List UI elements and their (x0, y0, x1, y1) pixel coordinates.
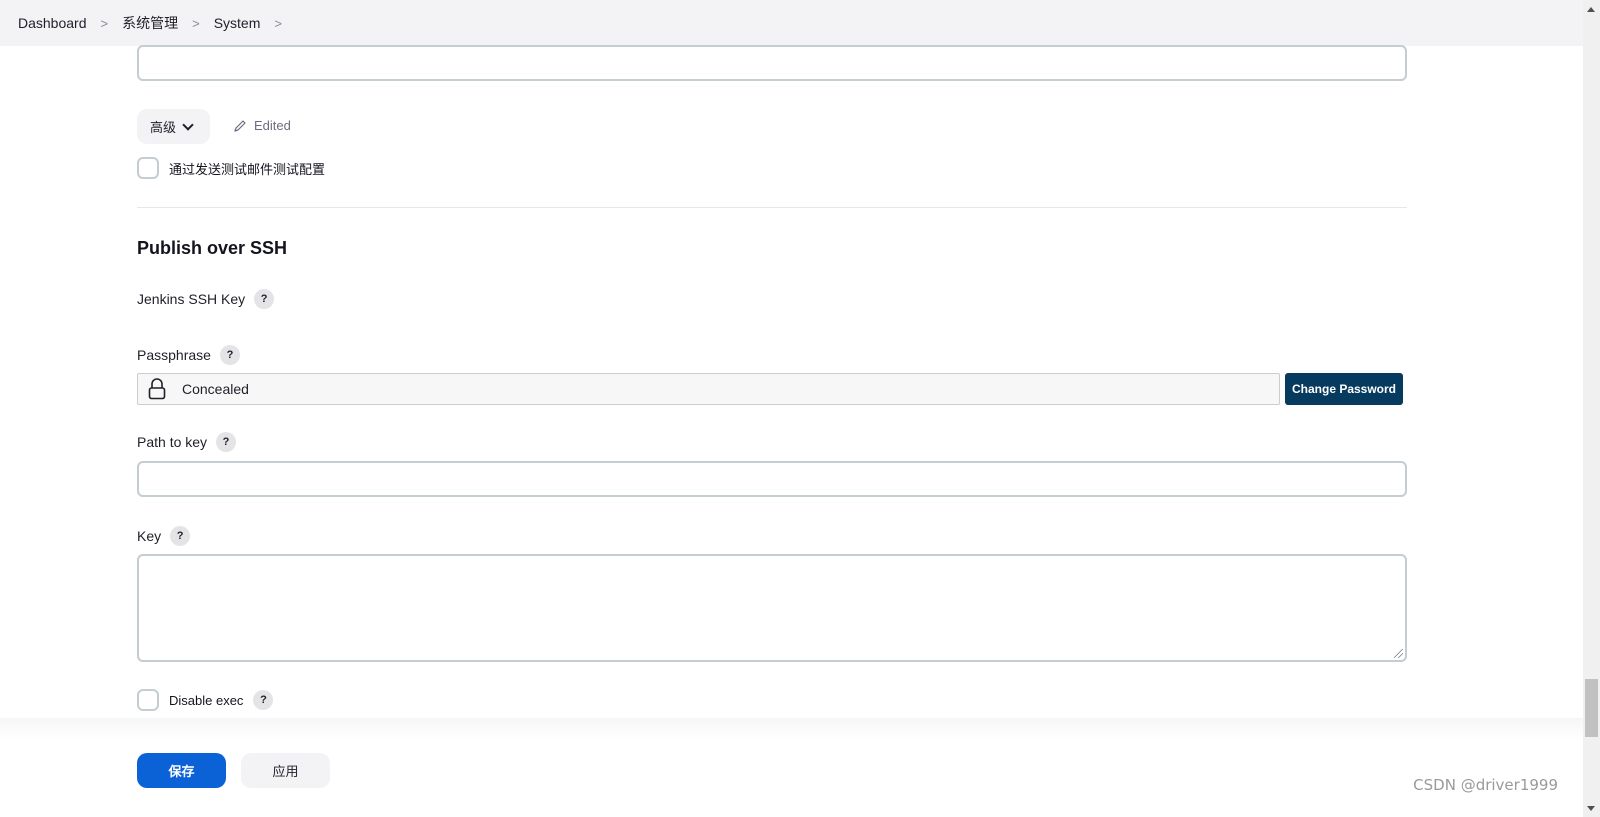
jenkins-ssh-key-label-row: Jenkins SSH Key ? (137, 289, 275, 309)
lock-icon (148, 378, 166, 400)
key-label-row: Key ? (137, 526, 191, 546)
scroll-up-arrow-icon[interactable] (1587, 7, 1595, 12)
breadcrumb-separator-icon[interactable]: > (101, 16, 109, 31)
scroll-down-arrow-icon[interactable] (1587, 806, 1595, 811)
test-config-row: 通过发送测试邮件测试配置 (137, 157, 325, 179)
test-config-checkbox[interactable] (137, 157, 159, 179)
breadcrumb-system-management[interactable]: 系统管理 (122, 13, 178, 33)
email-text-input[interactable] (137, 45, 1407, 81)
pencil-icon (234, 119, 246, 132)
section-title: Publish over SSH (137, 238, 288, 258)
vertical-scrollbar[interactable] (1583, 0, 1600, 817)
help-icon[interactable]: ? (170, 526, 191, 546)
bottom-action-bar (0, 718, 1583, 817)
section-divider (137, 207, 1407, 208)
help-icon[interactable]: ? (253, 690, 274, 710)
advanced-button[interactable]: 高级 (137, 109, 210, 144)
chevron-down-icon (182, 118, 194, 131)
breadcrumb-dashboard[interactable]: Dashboard (18, 15, 87, 31)
disable-exec-row: Disable exec ? (137, 689, 274, 711)
edited-label: Edited (254, 118, 291, 133)
change-password-button[interactable]: Change Password (1285, 373, 1403, 405)
breadcrumb-separator-icon[interactable]: > (274, 16, 282, 31)
passphrase-label: Passphrase (137, 347, 211, 363)
passphrase-value: Concealed (182, 381, 249, 397)
passphrase-field: Concealed (137, 373, 1280, 405)
help-icon[interactable]: ? (254, 289, 275, 309)
breadcrumb: Dashboard > 系统管理 > System > (0, 0, 1583, 46)
jenkins-ssh-key-label: Jenkins SSH Key (137, 291, 246, 307)
disable-exec-label[interactable]: Disable exec (169, 693, 243, 708)
advanced-label: 高级 (150, 120, 177, 135)
breadcrumb-separator-icon[interactable]: > (192, 16, 200, 31)
resize-handle-icon[interactable] (1394, 649, 1403, 658)
watermark: CSDN @driver1999 (1413, 776, 1558, 794)
help-icon[interactable]: ? (216, 432, 237, 452)
key-label: Key (137, 528, 162, 544)
breadcrumb-system[interactable]: System (214, 15, 261, 31)
save-button[interactable]: 保存 (137, 753, 226, 788)
passphrase-label-row: Passphrase ? (137, 345, 240, 365)
test-config-label[interactable]: 通过发送测试邮件测试配置 (169, 159, 325, 178)
edited-indicator: Edited (233, 118, 291, 133)
disable-exec-checkbox[interactable] (137, 689, 159, 711)
path-to-key-input[interactable] (137, 461, 1407, 497)
path-to-key-label: Path to key (137, 434, 208, 450)
apply-button[interactable]: 应用 (241, 753, 330, 788)
key-textarea[interactable] (137, 554, 1407, 662)
help-icon[interactable]: ? (219, 345, 240, 365)
scrollbar-thumb[interactable] (1585, 679, 1598, 737)
path-to-key-label-row: Path to key ? (137, 432, 237, 452)
